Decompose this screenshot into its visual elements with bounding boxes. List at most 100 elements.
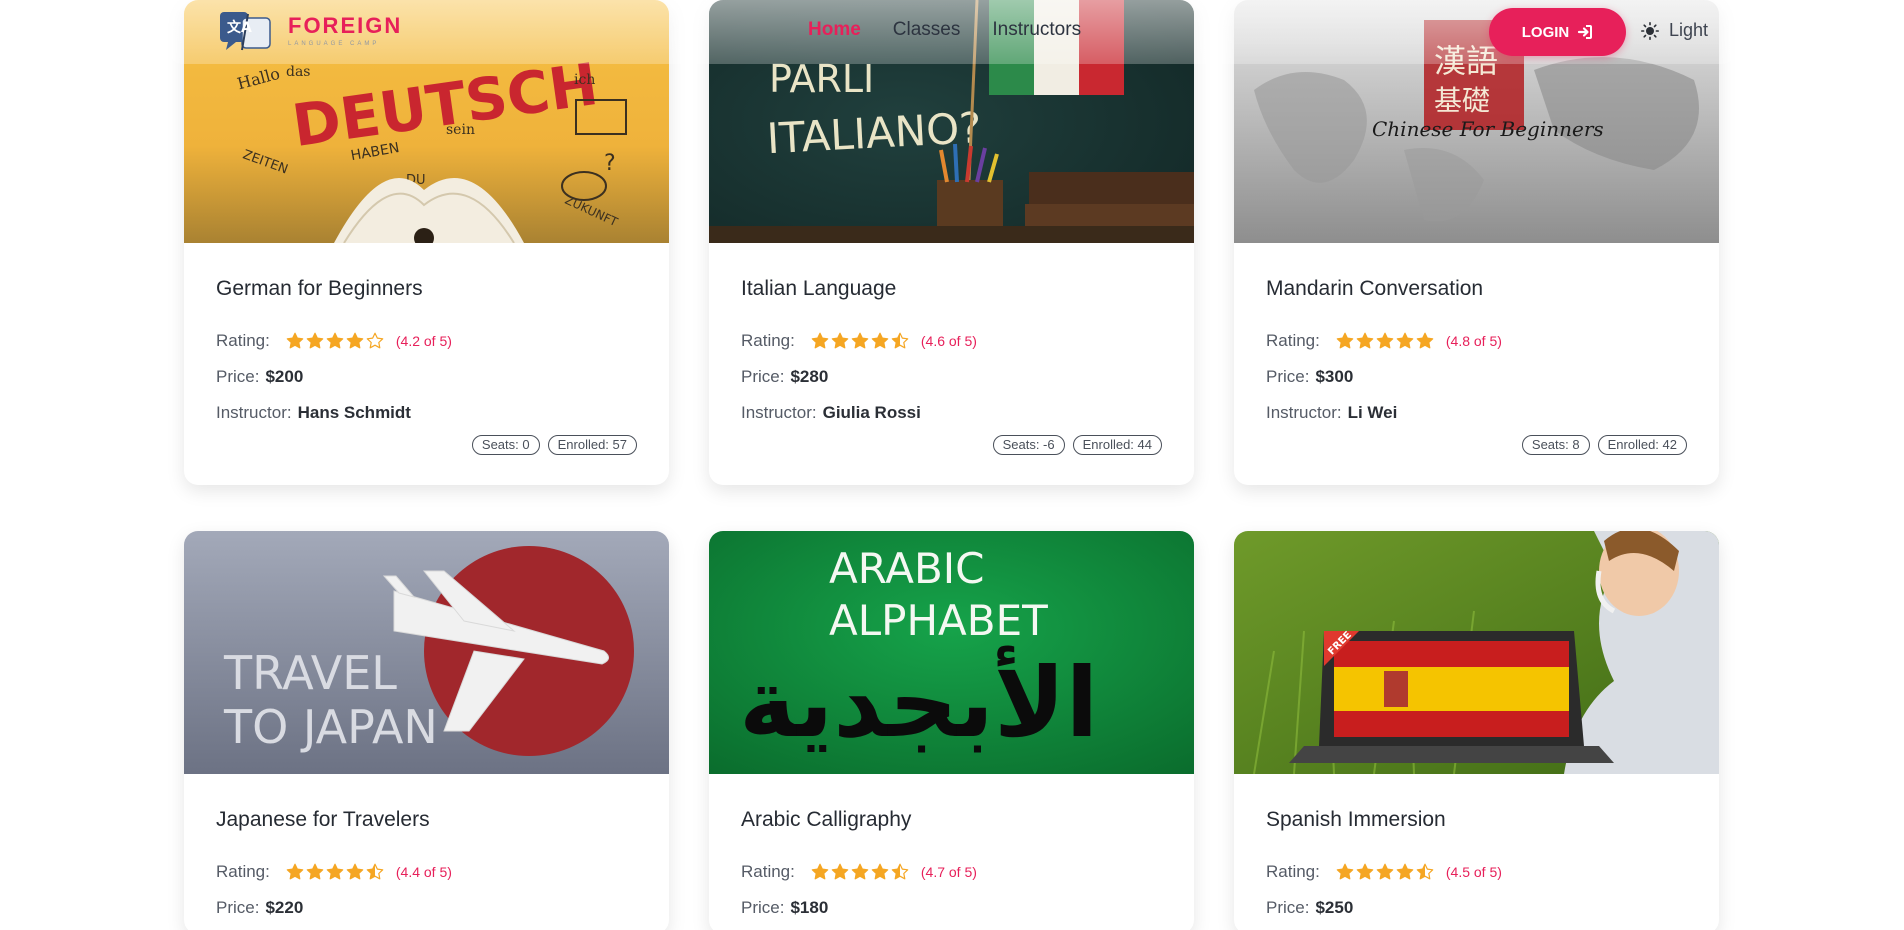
class-card[interactable]: FREE Spanish Immersion Rating: (4.5 of 5… [1234,531,1719,930]
nav-classes[interactable]: Classes [893,19,961,41]
class-card[interactable]: TRAVEL TO JAPAN Japanese for Travelers R… [184,531,669,930]
star-full-icon [811,332,829,349]
image-text-ich: ich [574,72,595,88]
seats-badge: Seats: 8 [1521,435,1590,455]
star-full-icon [851,332,869,349]
rating-label: Rating: [216,331,270,350]
star-full-icon [1376,863,1394,880]
brand[interactable]: 文A FOREIGN LANGUAGE CAMP [218,10,402,52]
rating-label: Rating: [741,862,795,881]
image-text-travel: TRAVEL [223,646,397,700]
price-label: Price: [741,898,785,917]
login-label: LOGIN [1521,23,1570,41]
nav-links: Home Classes Instructors [808,19,1081,41]
sign-in-icon [1578,25,1593,39]
nav-instructors[interactable]: Instructors [992,19,1081,41]
price-row: Price: $300 [1266,367,1687,387]
class-title[interactable]: Japanese for Travelers [216,808,637,832]
price-row: Price: $200 [216,367,637,387]
price-row: Price: $180 [741,898,1162,918]
theme-toggle[interactable]: Light [1641,20,1708,41]
rating-value: (4.7 of 5) [920,864,977,880]
instructor-label: Instructor: [216,403,292,422]
price-label: Price: [1266,367,1310,386]
star-full-icon [1396,863,1414,880]
seats-badge: Seats: -6 [992,435,1065,455]
class-title[interactable]: Arabic Calligraphy [741,808,1162,832]
image-text-arabic: ARABIC [829,544,984,593]
class-title[interactable]: German for Beginners [216,277,637,301]
price-value: $280 [790,367,829,386]
instructor-label: Instructor: [1266,403,1342,422]
rating-label: Rating: [1266,331,1320,350]
nav-home[interactable]: Home [808,19,861,41]
rating-row: Rating: (4.6 of 5) [741,331,1162,351]
class-card[interactable]: PARLI ITALIANO? Italian Language Rating:… [709,0,1194,485]
rating-row: Rating: (4.4 of 5) [216,862,637,882]
star-half-icon [1416,863,1434,880]
class-grid: DEUTSCH Hallo das ich HABEN sein ZEITEN … [184,0,1721,930]
logo-glyph-left: 文A [227,19,252,36]
image-text-jichu: 基礎 [1434,84,1490,117]
price-row: Price: $250 [1266,898,1687,918]
class-card[interactable]: DEUTSCH Hallo das ich HABEN sein ZEITEN … [184,0,669,485]
star-full-icon [1376,332,1394,349]
instructor-name: Li Wei [1347,403,1398,422]
price-value: $180 [790,898,829,917]
rating-value: (4.6 of 5) [920,333,977,349]
rating-label: Rating: [741,331,795,350]
navbar: 文A FOREIGN LANGUAGE CAMP Home Classes In… [168,0,1736,64]
rating-row: Rating: (4.7 of 5) [741,862,1162,882]
star-full-icon [1336,863,1354,880]
price-value: $300 [1315,367,1354,386]
star-full-icon [871,332,889,349]
star-full-icon [1356,863,1374,880]
star-full-icon [811,863,829,880]
theme-label: Light [1669,20,1709,40]
seats-badge: Seats: 0 [471,435,540,455]
enrolled-badge: Enrolled: 42 [1597,435,1687,455]
class-card[interactable]: ARABIC ALPHABET الأبجدية Arabic Calligra… [709,531,1194,930]
class-image-japanese: TRAVEL TO JAPAN [184,531,669,774]
price-label: Price: [741,367,785,386]
sun-icon [1641,21,1659,40]
price-row: Price: $280 [741,367,1162,387]
star-rating [811,863,909,881]
star-full-icon [1336,332,1354,349]
login-button[interactable]: LOGIN [1489,8,1626,56]
star-full-icon [326,332,344,349]
rating-value: (4.5 of 5) [1445,864,1502,880]
enrolled-badge: Enrolled: 44 [1072,435,1162,455]
star-full-icon [346,863,364,880]
class-title[interactable]: Mandarin Conversation [1266,277,1687,301]
price-label: Price: [216,898,260,917]
star-half-icon [366,863,384,880]
image-text-chinese-beginners: Chinese For Beginners [1372,117,1604,141]
star-rating [811,332,909,350]
svg-text:?: ? [604,151,616,176]
star-full-icon [346,332,364,349]
star-empty-icon [366,332,384,349]
star-full-icon [286,332,304,349]
rating-value: (4.2 of 5) [395,333,452,349]
price-value: $250 [1315,898,1354,917]
image-text-sein: sein [446,122,475,138]
star-half-icon [891,863,909,880]
star-half-icon [891,332,909,349]
star-full-icon [1356,332,1374,349]
rating-row: Rating: (4.5 of 5) [1266,862,1687,882]
rating-value: (4.4 of 5) [395,864,452,880]
rating-value: (4.8 of 5) [1445,333,1502,349]
star-full-icon [1416,332,1434,349]
class-title[interactable]: Spanish Immersion [1266,808,1687,832]
translate-logo-icon: 文A [218,10,278,52]
rating-label: Rating: [1266,862,1320,881]
star-rating [286,863,384,881]
star-full-icon [1396,332,1414,349]
class-title[interactable]: Italian Language [741,277,1162,301]
class-card[interactable]: 漢語 基礎 Chinese For Beginners Mandarin Con… [1234,0,1719,485]
star-full-icon [871,863,889,880]
star-full-icon [831,863,849,880]
star-full-icon [306,863,324,880]
star-rating [286,332,384,350]
